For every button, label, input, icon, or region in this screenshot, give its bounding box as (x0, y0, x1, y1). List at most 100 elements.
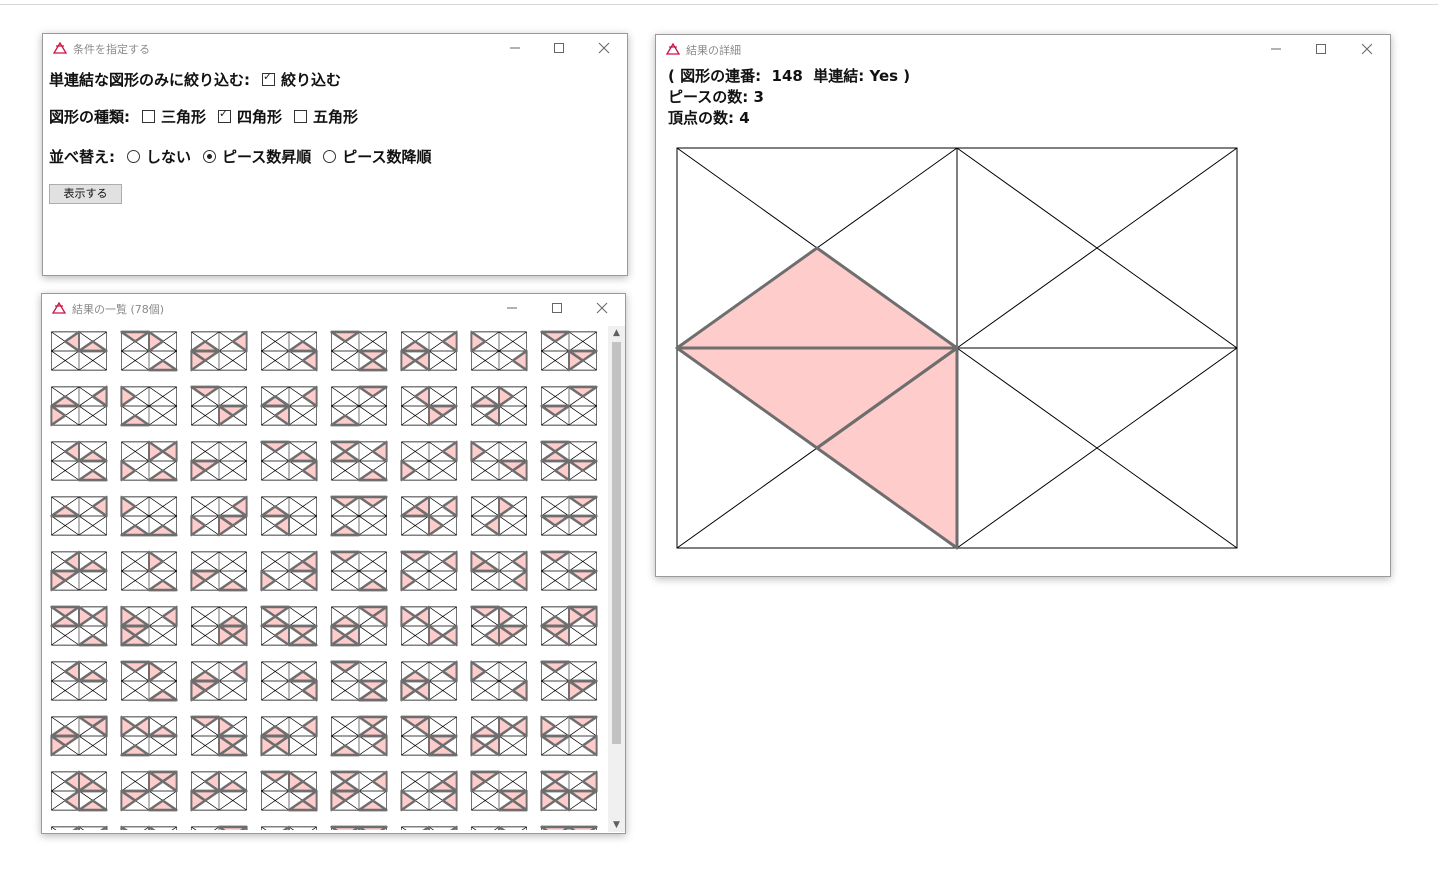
result-thumbnail[interactable] (50, 385, 108, 427)
result-thumbnail[interactable] (190, 660, 248, 702)
result-thumbnail[interactable] (50, 495, 108, 537)
result-thumbnail[interactable] (260, 495, 318, 537)
result-thumbnail[interactable] (50, 550, 108, 592)
result-thumbnail[interactable] (190, 495, 248, 537)
result-thumbnail[interactable] (260, 385, 318, 427)
minimize-icon[interactable] (1268, 41, 1284, 57)
result-thumbnail[interactable] (120, 385, 178, 427)
result-thumbnail[interactable] (470, 605, 528, 647)
result-thumbnail[interactable] (540, 550, 598, 592)
result-thumbnail[interactable] (120, 495, 178, 537)
sort-ascending-radio[interactable] (203, 150, 217, 163)
result-thumbnail[interactable] (400, 770, 458, 812)
result-thumbnail[interactable] (400, 385, 458, 427)
result-thumbnail[interactable] (120, 550, 178, 592)
result-thumbnail[interactable] (470, 770, 528, 812)
detail-titlebar[interactable]: 結果の詳細 (656, 35, 1390, 63)
result-thumbnail[interactable] (50, 770, 108, 812)
result-thumbnail[interactable] (330, 550, 388, 592)
result-thumbnail[interactable] (540, 825, 598, 830)
result-thumbnail[interactable] (120, 825, 178, 830)
result-thumbnail[interactable] (260, 715, 318, 757)
result-thumbnail[interactable] (260, 330, 318, 372)
result-thumbnail[interactable] (540, 495, 598, 537)
result-thumbnail[interactable] (260, 770, 318, 812)
result-thumbnail[interactable] (540, 605, 598, 647)
quadrilateral-option-label[interactable]: 四角形 (237, 108, 282, 126)
vertical-scrollbar[interactable]: ▲ ▼ (608, 326, 625, 832)
result-thumbnail[interactable] (330, 385, 388, 427)
result-thumbnail[interactable] (190, 605, 248, 647)
result-thumbnail[interactable] (540, 385, 598, 427)
result-thumbnail[interactable] (120, 330, 178, 372)
close-icon[interactable] (596, 40, 612, 56)
scroll-down-icon[interactable]: ▼ (608, 818, 625, 832)
result-thumbnail[interactable] (50, 660, 108, 702)
result-thumbnail[interactable] (330, 330, 388, 372)
result-thumbnail[interactable] (260, 660, 318, 702)
result-thumbnail[interactable] (260, 605, 318, 647)
result-thumbnail[interactable] (400, 660, 458, 702)
show-button[interactable]: 表示する (49, 184, 122, 204)
quadrilateral-checkbox[interactable] (218, 107, 232, 123)
result-thumbnail[interactable] (330, 660, 388, 702)
result-thumbnail[interactable] (190, 440, 248, 482)
result-thumbnail[interactable] (120, 660, 178, 702)
maximize-icon[interactable] (549, 300, 565, 316)
result-thumbnail[interactable] (400, 440, 458, 482)
close-icon[interactable] (594, 300, 610, 316)
result-thumbnail[interactable] (400, 330, 458, 372)
result-thumbnail[interactable] (330, 825, 388, 830)
result-thumbnail[interactable] (190, 770, 248, 812)
result-thumbnail[interactable] (470, 495, 528, 537)
result-thumbnail[interactable] (470, 550, 528, 592)
minimize-icon[interactable] (507, 40, 523, 56)
result-thumbnail[interactable] (50, 825, 108, 830)
triangle-option-label[interactable]: 三角形 (161, 108, 206, 126)
result-thumbnail[interactable] (50, 440, 108, 482)
filter-option-label[interactable]: 絞り込む (281, 71, 341, 89)
result-thumbnail[interactable] (470, 715, 528, 757)
result-thumbnail[interactable] (50, 330, 108, 372)
result-thumbnail[interactable] (260, 825, 318, 830)
result-thumbnail[interactable] (470, 440, 528, 482)
result-thumbnail[interactable] (190, 715, 248, 757)
conditions-titlebar[interactable]: 条件を指定する (43, 34, 627, 62)
result-thumbnail[interactable] (190, 825, 248, 830)
sort-descending-label[interactable]: ピース数降順 (342, 148, 431, 166)
result-thumbnail[interactable] (190, 385, 248, 427)
list-titlebar[interactable]: 結果の一覧 (78個) (42, 294, 625, 322)
scrollbar-thumb[interactable] (612, 342, 621, 744)
result-thumbnail[interactable] (330, 715, 388, 757)
result-thumbnail[interactable] (470, 660, 528, 702)
result-thumbnail[interactable] (190, 550, 248, 592)
sort-ascending-label[interactable]: ピース数昇順 (222, 148, 311, 166)
close-icon[interactable] (1359, 41, 1375, 57)
result-thumbnail[interactable] (120, 715, 178, 757)
result-thumbnail[interactable] (330, 605, 388, 647)
result-thumbnail[interactable] (540, 330, 598, 372)
result-thumbnail[interactable] (190, 330, 248, 372)
result-thumbnail[interactable] (470, 330, 528, 372)
pentagon-option-label[interactable]: 五角形 (313, 108, 358, 126)
result-thumbnail[interactable] (120, 440, 178, 482)
result-thumbnail[interactable] (540, 715, 598, 757)
filter-checkbox[interactable] (262, 70, 275, 86)
sort-descending-radio[interactable] (323, 150, 337, 163)
result-thumbnail[interactable] (260, 550, 318, 592)
result-thumbnail[interactable] (470, 825, 528, 830)
result-thumbnail[interactable] (120, 605, 178, 647)
scroll-up-icon[interactable]: ▲ (608, 326, 625, 340)
result-thumbnail[interactable] (50, 605, 108, 647)
sort-none-radio[interactable] (127, 150, 140, 163)
result-thumbnail[interactable] (260, 440, 318, 482)
result-thumbnail[interactable] (400, 495, 458, 537)
result-thumbnail[interactable] (400, 605, 458, 647)
sort-none-label[interactable]: しない (146, 148, 191, 166)
result-thumbnail[interactable] (50, 715, 108, 757)
result-thumbnail[interactable] (540, 440, 598, 482)
result-thumbnail[interactable] (470, 385, 528, 427)
result-thumbnail[interactable] (400, 825, 458, 830)
result-thumbnail[interactable] (330, 440, 388, 482)
maximize-icon[interactable] (551, 40, 567, 56)
